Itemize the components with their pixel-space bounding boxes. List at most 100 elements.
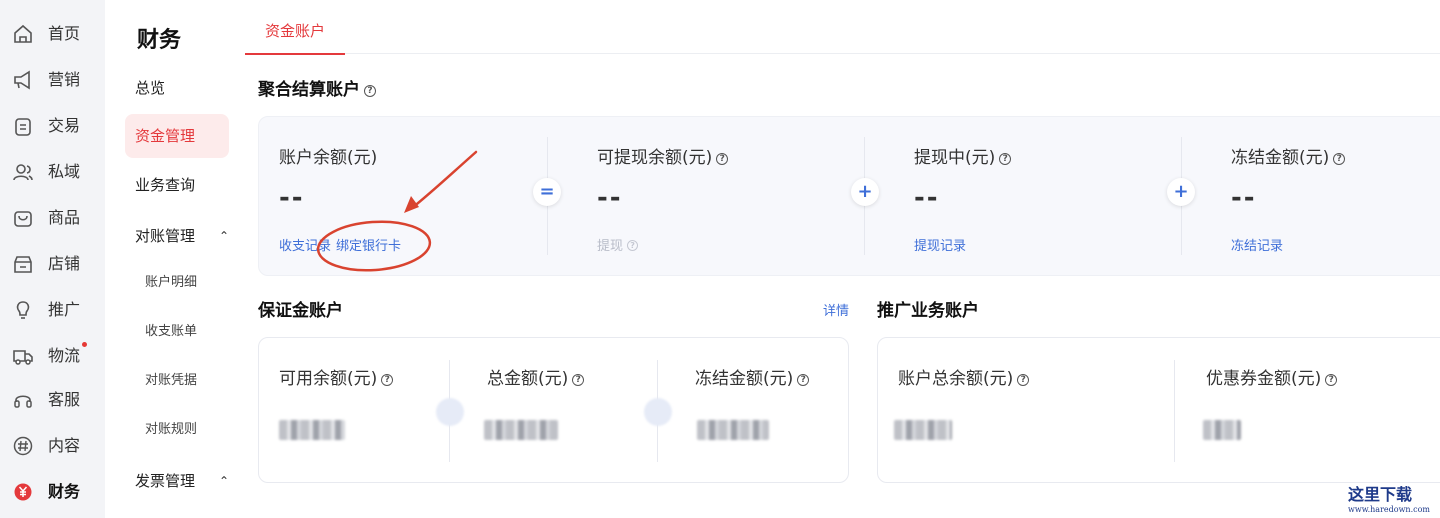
help-icon[interactable]: ? bbox=[1017, 374, 1030, 386]
subnav-item-overview[interactable]: 总览 bbox=[125, 66, 229, 110]
nav-item-private-domain[interactable]: 私域 bbox=[0, 152, 105, 192]
help-icon: ? bbox=[627, 240, 639, 251]
tab-bar: 资金账户 bbox=[245, 0, 1440, 55]
deposit-detail-link[interactable]: 详情 bbox=[823, 300, 849, 319]
subnav-item-income-bill[interactable]: 收支账单 bbox=[125, 310, 229, 354]
blurred-value bbox=[279, 420, 345, 440]
subnav-item-account-detail[interactable]: 账户明细 bbox=[125, 261, 229, 305]
nav-item-customer-service[interactable]: 客服 bbox=[0, 380, 105, 420]
link-text: 提现 bbox=[597, 239, 624, 254]
promotion-account-heading: 推广业务账户 bbox=[877, 301, 979, 321]
subnav-item-reconcile[interactable]: 对账管理 ⌃ bbox=[125, 214, 229, 258]
clipboard-icon bbox=[15, 118, 31, 136]
withdrawing-cell: 提现中(元)? -- 提现记录 bbox=[914, 117, 1174, 275]
subnav-item-invoice[interactable]: 发票管理 ⌃ bbox=[125, 459, 229, 503]
help-icon[interactable]: ? bbox=[572, 374, 585, 386]
watermark: 这里下载 www.haredown.com bbox=[1348, 481, 1430, 514]
headset-icon bbox=[14, 395, 32, 408]
nav-item-trade[interactable]: 交易 bbox=[0, 106, 105, 146]
store-icon bbox=[14, 256, 32, 273]
blurred-value bbox=[484, 420, 558, 440]
secondary-nav: 财务 总览 资金管理 业务查询 对账管理 ⌃ 账户明细 收支账单 对账凭据 对账… bbox=[105, 0, 245, 518]
primary-nav-rail: 首页 营销 交易 私域 商品 店铺 推广 物流 客服 内容 财务 bbox=[0, 0, 105, 518]
subnav-item-reconcile-rule[interactable]: 对账规则 bbox=[125, 408, 229, 452]
title-text: 提现中(元) bbox=[914, 148, 996, 168]
nav-item-home[interactable]: 首页 bbox=[0, 14, 105, 54]
nav-item-promotion[interactable]: 推广 bbox=[0, 290, 105, 330]
promotion-account-panel: 账户总余额(元)? 优惠券金额(元)? bbox=[877, 337, 1440, 483]
users-icon bbox=[13, 164, 33, 181]
deposit-frozen-cell: 冻结金额(元)? bbox=[695, 338, 845, 482]
megaphone-icon bbox=[14, 70, 30, 90]
frozen-title: 冻结金额(元)? bbox=[1231, 143, 1346, 168]
blurred-value bbox=[1203, 420, 1241, 440]
balance-cell: 账户余额(元) -- 收支记录 绑定银行卡 bbox=[279, 117, 539, 275]
hash-icon bbox=[13, 436, 33, 456]
available-balance-title: 可用余额(元)? bbox=[279, 364, 394, 389]
nav-label: 内容 bbox=[48, 436, 81, 455]
subnav-item-business-query[interactable]: 业务查询 bbox=[125, 163, 229, 207]
coupon-amount-title: 优惠券金额(元)? bbox=[1206, 364, 1338, 389]
subnav-item-funds[interactable]: 资金管理 bbox=[125, 114, 229, 158]
nav-label: 商品 bbox=[48, 208, 81, 227]
blurred-operator-icon bbox=[644, 398, 672, 426]
title-text: 优惠券金额(元) bbox=[1206, 369, 1322, 389]
nav-label: 客服 bbox=[48, 390, 81, 409]
title-text: 账户总余额(元) bbox=[898, 369, 1014, 389]
nav-item-store[interactable]: 店铺 bbox=[0, 244, 105, 284]
divider bbox=[1174, 360, 1175, 462]
watermark-url: www.haredown.com bbox=[1348, 505, 1430, 514]
equals-icon: = bbox=[533, 178, 561, 206]
deposit-account-panel: 可用余额(元)? 总金额(元)? 冻结金额(元)? bbox=[258, 337, 849, 483]
truck-icon bbox=[13, 350, 33, 365]
balance-title: 账户余额(元) bbox=[279, 148, 378, 168]
total-amount-cell: 总金额(元)? bbox=[484, 338, 657, 482]
nav-item-marketing[interactable]: 营销 bbox=[0, 60, 105, 100]
notification-dot bbox=[82, 342, 87, 347]
blurred-operator-icon bbox=[436, 398, 464, 426]
help-icon[interactable]: ? bbox=[381, 374, 394, 386]
nav-item-finance[interactable]: 财务 bbox=[0, 472, 105, 512]
subnav-label: 发票管理 bbox=[135, 472, 196, 490]
coupon-amount-cell: 优惠券金额(元)? bbox=[1203, 338, 1440, 482]
nav-label: 物流 bbox=[48, 346, 81, 365]
title-text: 可用余额(元) bbox=[279, 369, 378, 389]
help-icon[interactable]: ? bbox=[999, 153, 1012, 165]
home-icon bbox=[14, 24, 32, 43]
total-balance-cell: 账户总余额(元)? bbox=[894, 338, 1168, 482]
nav-label: 交易 bbox=[48, 116, 81, 135]
title-text: 可提现余额(元) bbox=[597, 148, 713, 168]
help-icon[interactable]: ? bbox=[1333, 153, 1346, 165]
help-icon[interactable]: ? bbox=[1325, 374, 1338, 386]
bind-bank-card-link[interactable]: 绑定银行卡 bbox=[336, 235, 401, 254]
nav-label: 首页 bbox=[48, 24, 81, 43]
available-balance-cell: 可用余额(元)? bbox=[279, 338, 449, 482]
nav-label: 财务 bbox=[48, 482, 81, 501]
title-text: 总金额(元) bbox=[487, 369, 569, 389]
frozen-records-link[interactable]: 冻结记录 bbox=[1231, 235, 1283, 254]
frozen-value: -- bbox=[1231, 183, 1257, 213]
watermark-text: 这里下载 bbox=[1348, 485, 1413, 504]
subnav-item-reconcile-voucher[interactable]: 对账凭据 bbox=[125, 359, 229, 403]
total-amount-title: 总金额(元)? bbox=[487, 364, 585, 389]
withdrawable-cell: 可提现余额(元)? -- 提现? bbox=[597, 117, 857, 275]
yen-icon bbox=[14, 483, 32, 501]
deposit-account-heading: 保证金账户 bbox=[258, 301, 343, 321]
heading-text: 聚合结算账户 bbox=[258, 80, 360, 100]
help-icon[interactable]: ? bbox=[797, 374, 810, 386]
nav-item-products[interactable]: 商品 bbox=[0, 198, 105, 238]
nav-label: 推广 bbox=[48, 300, 81, 319]
tab-fund-account[interactable]: 资金账户 bbox=[245, 0, 345, 55]
bulb-icon bbox=[16, 301, 30, 319]
nav-label: 店铺 bbox=[48, 254, 81, 273]
withdraw-records-link[interactable]: 提现记录 bbox=[914, 235, 966, 254]
nav-item-content[interactable]: 内容 bbox=[0, 426, 105, 466]
withdrawing-value: -- bbox=[914, 183, 940, 213]
chevron-up-icon: ⌃ bbox=[218, 474, 229, 488]
income-records-link[interactable]: 收支记录 bbox=[279, 235, 331, 254]
nav-item-logistics[interactable]: 物流 bbox=[0, 336, 105, 376]
frozen-cell: 冻结金额(元)? -- 冻结记录 bbox=[1231, 117, 1440, 275]
help-icon[interactable]: ? bbox=[716, 153, 729, 165]
withdrawing-title: 提现中(元)? bbox=[914, 143, 1012, 168]
help-icon[interactable]: ? bbox=[364, 85, 376, 97]
